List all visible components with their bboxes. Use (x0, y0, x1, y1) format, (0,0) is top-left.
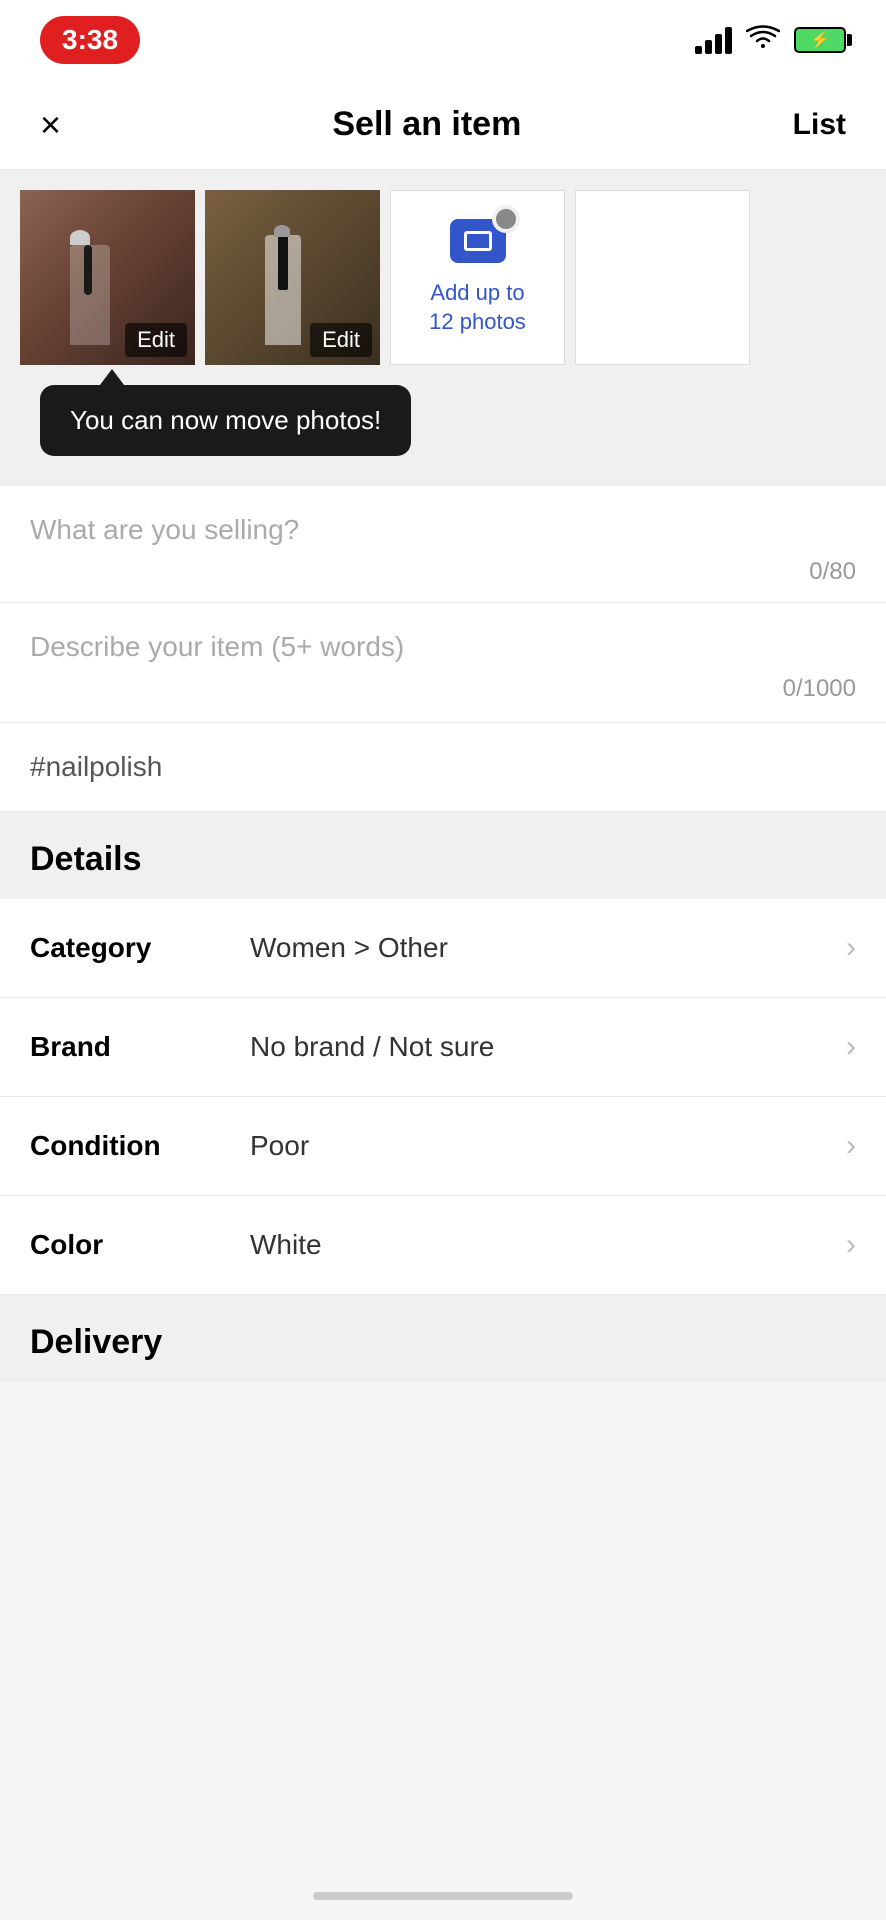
color-value: White (250, 1229, 846, 1261)
color-chevron: › (846, 1228, 856, 1262)
title-counter: 0/80 (30, 558, 856, 586)
condition-value: Poor (250, 1130, 846, 1162)
form-section: What are you selling? 0/80 Describe your… (0, 486, 886, 812)
empty-photo-slot (575, 190, 750, 365)
hashtag-field[interactable]: #nailpolish (0, 723, 886, 812)
status-icons: ⚡ (695, 24, 846, 57)
photo-item-1[interactable]: Edit (20, 190, 195, 365)
list-button[interactable]: List (793, 108, 846, 142)
status-time: 3:38 (40, 16, 140, 64)
brand-label: Brand (30, 1031, 250, 1063)
photo-section: Edit Edit Add up to 12 photos (0, 170, 886, 385)
description-counter: 0/1000 (30, 675, 856, 703)
photo-edit-2[interactable]: Edit (310, 323, 372, 357)
category-value: Women > Other (250, 932, 846, 964)
add-photo-label: Add up to 12 photos (429, 279, 526, 336)
category-row[interactable]: Category Women > Other › (0, 899, 886, 998)
delivery-title: Delivery (30, 1323, 162, 1361)
brand-chevron: › (846, 1030, 856, 1064)
battery-icon: ⚡ (794, 27, 846, 53)
add-photo-button[interactable]: Add up to 12 photos (390, 190, 565, 365)
details-section-header: Details (0, 812, 886, 899)
delivery-section-header: Delivery (0, 1295, 886, 1382)
category-label: Category (30, 932, 250, 964)
details-title: Details (30, 840, 142, 878)
nav-bar: × Sell an item List (0, 80, 886, 170)
condition-chevron: › (846, 1129, 856, 1163)
wifi-icon (746, 24, 780, 57)
title-placeholder[interactable]: What are you selling? (30, 514, 856, 546)
photo-item-2[interactable]: Edit (205, 190, 380, 365)
details-list: Category Women > Other › Brand No brand … (0, 899, 886, 1295)
tooltip-bubble: You can now move photos! (40, 385, 411, 456)
condition-label: Condition (30, 1130, 250, 1162)
status-bar: 3:38 ⚡ (0, 0, 886, 80)
brand-value: No brand / Not sure (250, 1031, 846, 1063)
color-row[interactable]: Color White › (0, 1196, 886, 1295)
page-title: Sell an item (332, 105, 521, 144)
description-placeholder[interactable]: Describe your item (5+ words) (30, 631, 856, 663)
description-field[interactable]: Describe your item (5+ words) 0/1000 (0, 603, 886, 723)
color-label: Color (30, 1229, 250, 1261)
close-button[interactable]: × (40, 107, 61, 143)
condition-row[interactable]: Condition Poor › (0, 1097, 886, 1196)
scroll-indicator (313, 1892, 573, 1900)
brand-row[interactable]: Brand No brand / Not sure › (0, 998, 886, 1097)
signal-icon (695, 26, 732, 54)
title-field[interactable]: What are you selling? 0/80 (0, 486, 886, 603)
tooltip-container: You can now move photos! (0, 385, 886, 486)
photo-edit-1[interactable]: Edit (125, 323, 187, 357)
category-chevron: › (846, 931, 856, 965)
